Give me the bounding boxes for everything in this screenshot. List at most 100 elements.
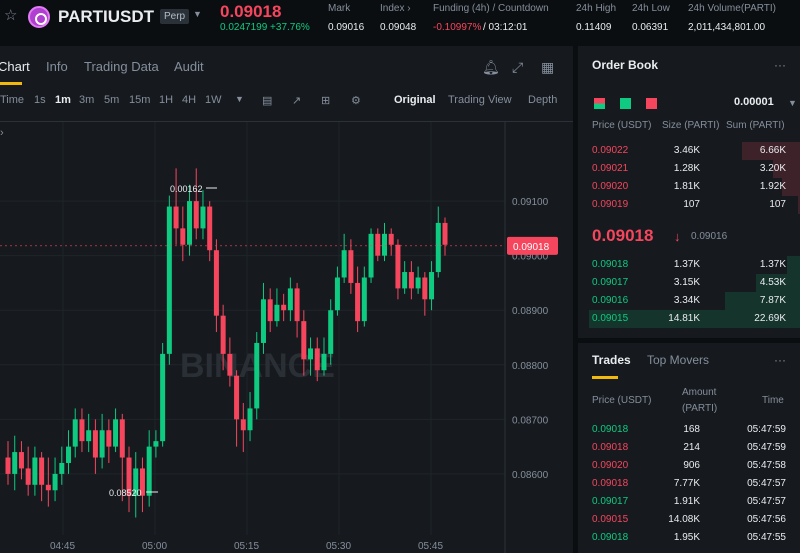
view-original[interactable]: Original — [394, 94, 436, 106]
timeframe-1m[interactable]: 1m — [55, 94, 71, 106]
ask-row[interactable]: 0.09021 1.28K 3.20K — [578, 160, 800, 178]
candle-body — [173, 206, 179, 229]
row-sum: 4.53K — [759, 277, 786, 288]
high-marker-label: 0.00162 — [170, 184, 203, 194]
trade-time: 05:47:59 — [747, 424, 786, 435]
tab-top-movers[interactable]: Top Movers — [647, 353, 709, 367]
candle-body — [86, 430, 92, 442]
candle-body — [207, 206, 213, 251]
trade-time: 05:47:57 — [747, 496, 786, 507]
symbol-dropdown-icon[interactable]: ▼ — [193, 9, 202, 19]
favorite-star-icon[interactable]: ☆ — [4, 8, 20, 24]
row-size: 14.81K — [668, 313, 700, 324]
ask-row[interactable]: 0.09019 107 107 — [578, 196, 800, 214]
book-asks-icon[interactable] — [646, 98, 657, 109]
book-bids-icon[interactable] — [620, 98, 631, 109]
tab-trading-data[interactable]: Trading Data — [84, 59, 159, 74]
row-size: 1.37K — [673, 259, 700, 270]
low-marker-label: 0.08520 — [109, 488, 142, 498]
draw-tools-icon[interactable]: ⊞ — [321, 94, 330, 107]
candlestick-chart[interactable]: BINANCE 0.091000.090000.089000.088000.08… — [0, 122, 573, 553]
candle-body — [381, 233, 387, 256]
indicator-icon[interactable]: ↗ — [292, 94, 301, 107]
candles — [5, 168, 448, 518]
timeframe-4h[interactable]: 4H — [182, 94, 196, 106]
tab-audit[interactable]: Audit — [174, 59, 204, 74]
bid-row[interactable]: 0.09017 3.15K 4.53K — [578, 274, 800, 292]
tab-chart[interactable]: Chart — [0, 59, 30, 74]
contract-type-badge: Perp — [160, 9, 190, 24]
more-options-icon[interactable]: ··· — [774, 58, 786, 72]
chart-panel: Chart Info Trading Data Audit 🔔︎ ⤢ ▦ Tim… — [0, 46, 573, 553]
ask-row[interactable]: 0.09022 3.46K 6.66K — [578, 142, 800, 160]
candle-body — [368, 233, 374, 278]
price-tick: 0.08700 — [512, 415, 549, 426]
settings-icon[interactable]: ⚙ — [351, 94, 361, 107]
trade-time: 05:47:59 — [747, 442, 786, 453]
trade-amount: 1.95K — [673, 532, 700, 543]
ob-header-size: Size (PARTI) — [662, 120, 720, 131]
candle-body — [5, 457, 11, 474]
bid-row[interactable]: 0.09016 3.34K 7.87K — [578, 292, 800, 310]
trade-row: 0.09015 14.08K 05:47:56 — [578, 511, 800, 529]
timeframe-1s[interactable]: 1s — [34, 94, 46, 106]
candle-body — [66, 446, 72, 463]
candle-body — [348, 250, 354, 283]
candle-body — [442, 222, 448, 245]
candle-body — [220, 315, 226, 354]
trade-time: 05:47:58 — [747, 460, 786, 471]
symbol-name[interactable]: PARTIUSDT — [58, 7, 154, 27]
bid-row[interactable]: 0.09015 14.81K 22.69K — [578, 310, 800, 328]
mark-price: 0.09016 — [691, 231, 728, 242]
timeframe-time[interactable]: Time — [0, 94, 24, 106]
row-sum: 107 — [769, 199, 786, 210]
layout-grid-icon[interactable]: ▦ — [541, 59, 554, 76]
candle-body — [247, 408, 253, 431]
trade-price: 0.09017 — [592, 496, 629, 507]
candle-body — [267, 299, 273, 322]
trade-price: 0.09015 — [592, 514, 629, 525]
timeframe-1h[interactable]: 1H — [159, 94, 173, 106]
coin-logo — [28, 6, 50, 28]
trade-time: 05:47:55 — [747, 532, 786, 543]
book-both-icon[interactable] — [594, 98, 605, 109]
timeframe-15m[interactable]: 15m — [129, 94, 150, 106]
candle-body — [415, 277, 421, 289]
candle-body — [402, 272, 408, 289]
chart-toolbar: Time 1s 1m 3m 5m 15m 1H 4H 1W ▼ ▤ ↗ ⊞ ⚙ … — [0, 94, 573, 114]
calendar-icon[interactable]: ▤ — [262, 94, 272, 107]
bid-row[interactable]: 0.09018 1.37K 1.37K — [578, 256, 800, 274]
time-tick: 05:45 — [418, 541, 443, 552]
trade-row: 0.09018 168 05:47:59 — [578, 421, 800, 439]
tab-info[interactable]: Info — [46, 59, 68, 74]
alert-bell-icon[interactable]: 🔔︎ — [482, 59, 500, 76]
ticker-header: ☆ PARTIUSDT Perp ▼ 0.09018 0.0247199 +37… — [0, 0, 800, 46]
candle-body — [79, 419, 85, 442]
fullscreen-icon[interactable]: ⤢ — [512, 59, 523, 76]
tab-trades[interactable]: Trades — [592, 353, 631, 367]
view-depth[interactable]: Depth — [528, 94, 557, 106]
trade-price: 0.09018 — [592, 532, 629, 543]
timeframe-1w[interactable]: 1W — [205, 94, 222, 106]
index-label[interactable]: Index › — [380, 3, 411, 14]
candle-body — [12, 452, 18, 474]
trade-row: 0.09018 214 05:47:59 — [578, 439, 800, 457]
timeframe-3m[interactable]: 3m — [79, 94, 94, 106]
candle-body — [119, 419, 125, 458]
active-tab-indicator — [0, 82, 22, 85]
precision-dropdown-icon[interactable]: ▼ — [788, 98, 797, 108]
timeframe-more-icon[interactable]: ▼ — [235, 94, 244, 104]
row-sum: 1.92K — [759, 181, 786, 192]
price-tick: 0.08600 — [512, 470, 549, 481]
ask-row[interactable]: 0.09020 1.81K 1.92K — [578, 178, 800, 196]
trade-amount: 214 — [683, 442, 700, 453]
trades-tab-indicator — [592, 376, 618, 379]
candle-body — [301, 321, 307, 360]
trades-more-icon[interactable]: ··· — [774, 353, 786, 367]
precision-select[interactable]: 0.00001 — [734, 96, 774, 108]
volume-value: 2,011,434,801.00 — [688, 22, 766, 33]
view-trading-view[interactable]: Trading View — [448, 94, 512, 106]
candle-body — [334, 277, 340, 311]
timeframe-5m[interactable]: 5m — [104, 94, 119, 106]
candle-body — [25, 468, 31, 485]
